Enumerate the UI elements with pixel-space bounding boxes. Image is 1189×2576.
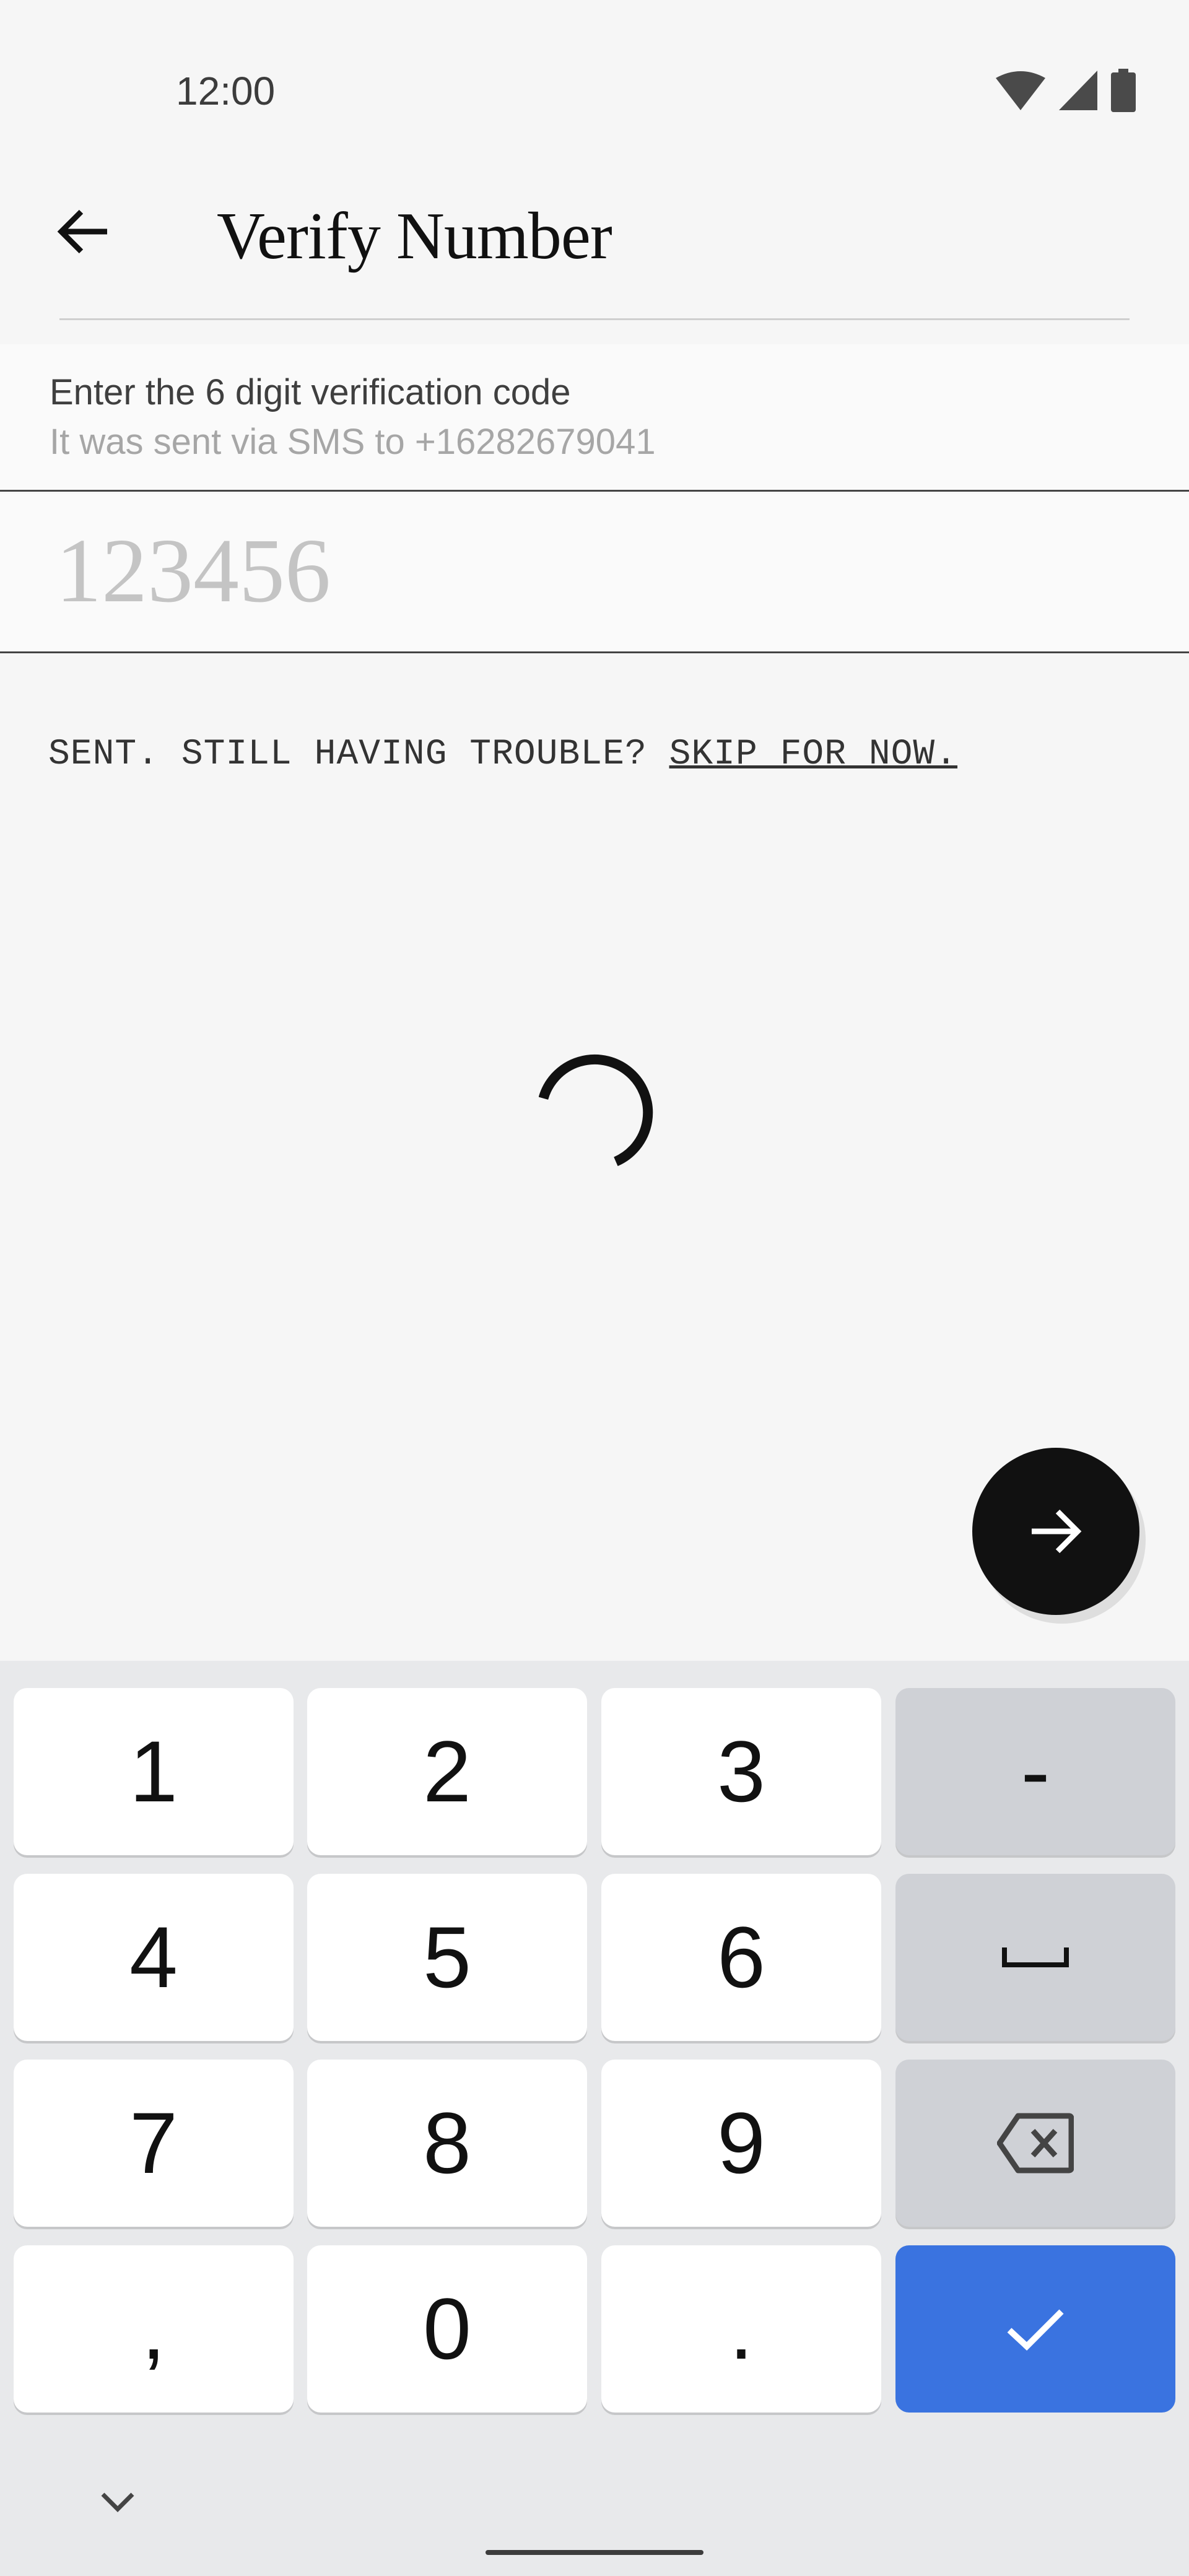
key-9[interactable]: 9 <box>601 2060 881 2227</box>
verification-code-field[interactable] <box>0 494 1189 653</box>
key-3[interactable]: 3 <box>601 1688 881 1855</box>
app-bar-divider <box>59 318 1130 320</box>
back-button[interactable] <box>37 186 129 277</box>
arrow-left-icon <box>57 209 107 254</box>
key-comma[interactable]: , <box>14 2245 294 2413</box>
battery-icon <box>1111 69 1136 112</box>
navigation-handle[interactable] <box>486 2550 703 2555</box>
instructions-secondary: It was sent via SMS to +16282679041 <box>50 422 656 462</box>
key-done[interactable] <box>895 2245 1175 2413</box>
key-2[interactable]: 2 <box>307 1688 587 1855</box>
trouble-text: SENT. STILL HAVING TROUBLE? <box>48 734 669 775</box>
numeric-keyboard: 1 2 3 - 4 5 6 7 8 9 , 0 . <box>0 1661 1189 2576</box>
status-time: 12:00 <box>176 69 276 113</box>
key-1[interactable]: 1 <box>14 1688 294 1855</box>
page-title: Verify Number <box>217 199 612 273</box>
key-8[interactable]: 8 <box>307 2060 587 2227</box>
backspace-icon <box>997 2113 1074 2174</box>
instructions-block: Enter the 6 digit verification code It w… <box>0 344 1189 492</box>
cellular-signal-icon <box>1059 71 1097 110</box>
status-icons <box>996 68 1136 113</box>
wifi-icon <box>996 71 1045 110</box>
space-icon <box>1002 1947 1069 1967</box>
loading-spinner-icon <box>539 1054 653 1167</box>
status-bar: 12:00 <box>0 0 1189 186</box>
key-5[interactable]: 5 <box>307 1874 587 2041</box>
key-space[interactable] <box>895 1874 1175 2041</box>
key-period[interactable]: . <box>601 2245 881 2413</box>
arrow-right-icon <box>1032 1509 1082 1554</box>
app-bar: Verify Number <box>0 186 1189 344</box>
key-backspace[interactable] <box>895 2060 1175 2227</box>
next-button[interactable] <box>972 1448 1139 1615</box>
key-6[interactable]: 6 <box>601 1874 881 2041</box>
trouble-message: SENT. STILL HAVING TROUBLE? SKIP FOR NOW… <box>48 734 957 775</box>
instructions-primary: Enter the 6 digit verification code <box>50 372 571 412</box>
chevron-down-icon <box>101 2492 134 2512</box>
verification-code-input[interactable] <box>56 518 1108 624</box>
key-0[interactable]: 0 <box>307 2245 587 2413</box>
hide-keyboard-button[interactable] <box>93 2483 142 2520</box>
skip-for-now-link[interactable]: SKIP FOR NOW. <box>669 734 957 775</box>
key-7[interactable]: 7 <box>14 2060 294 2227</box>
key-dash[interactable]: - <box>895 1688 1175 1855</box>
key-4[interactable]: 4 <box>14 1874 294 2041</box>
checkmark-icon <box>1007 2309 1064 2351</box>
